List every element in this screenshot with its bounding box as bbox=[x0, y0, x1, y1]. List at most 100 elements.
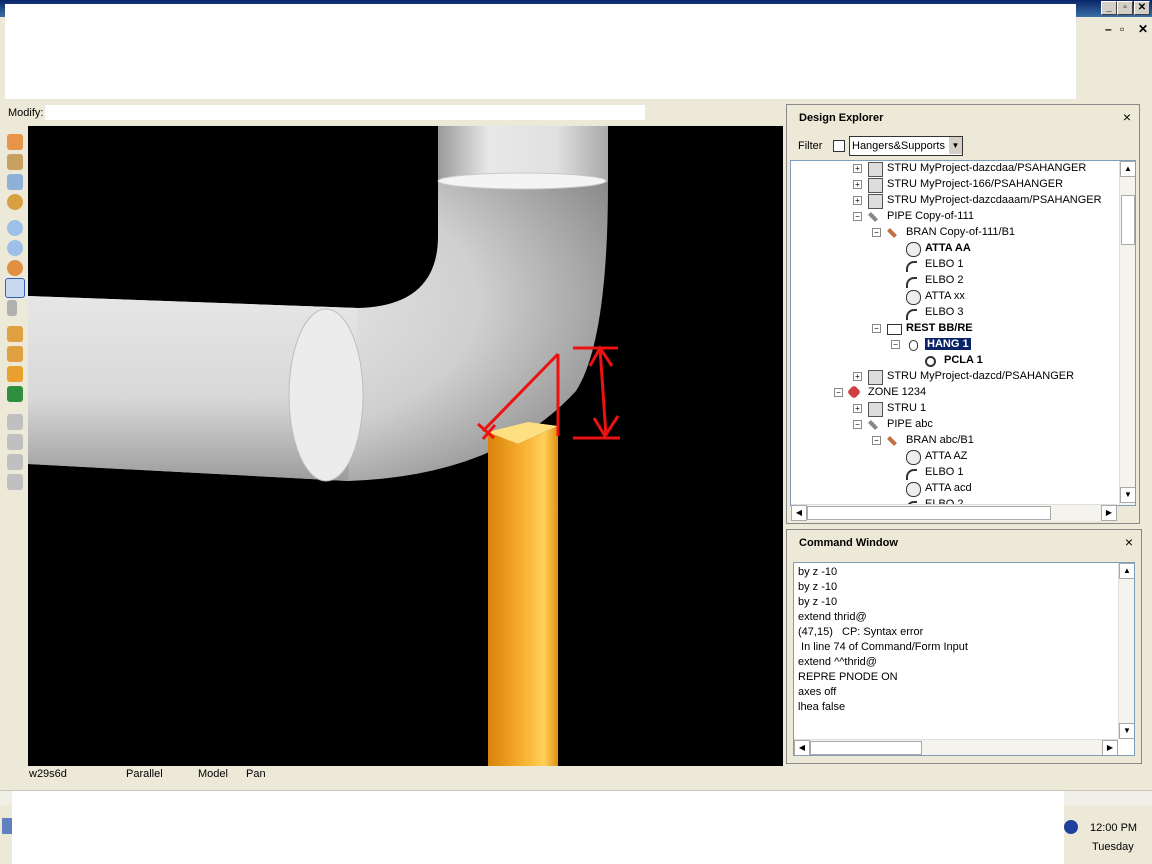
pointer-icon[interactable] bbox=[7, 300, 17, 316]
command-line: REPRE PNODE ON bbox=[798, 671, 898, 683]
tree-item[interactable]: + STRU MyProject-dazcdaa/PSAHANGER bbox=[791, 161, 1121, 177]
start-icon[interactable] bbox=[2, 818, 12, 834]
elbow-icon bbox=[906, 309, 917, 320]
design-explorer-title: Design Explorer bbox=[799, 112, 884, 124]
select-icon[interactable] bbox=[7, 134, 23, 150]
chevron-down-icon[interactable]: ▼ bbox=[949, 137, 962, 154]
clamp-icon bbox=[925, 356, 936, 367]
command-line: In line 74 of Command/Form Input bbox=[798, 641, 968, 653]
scroll-left-icon[interactable]: ◀ bbox=[791, 505, 807, 521]
zoom-in-icon[interactable] bbox=[7, 220, 23, 236]
branch-icon bbox=[887, 228, 897, 238]
status-action: Pan bbox=[246, 768, 266, 780]
tree-item[interactable]: + STRU MyProject-dazcdaaam/PSAHANGER bbox=[791, 193, 1121, 209]
scroll-thumb[interactable] bbox=[810, 741, 922, 755]
mdi-close-icon[interactable]: ✕ bbox=[1138, 22, 1148, 36]
elbow-icon bbox=[906, 277, 917, 288]
tree-item[interactable]: − BRAN Copy-of-111/B1 bbox=[791, 225, 1121, 241]
zoom-out-icon[interactable] bbox=[7, 240, 23, 256]
filter-select[interactable]: Hangers&Supports ▼ bbox=[849, 136, 963, 156]
tree-item[interactable]: − PIPE Copy-of-111 bbox=[791, 209, 1121, 225]
tree-item[interactable]: ELBO 3 bbox=[791, 305, 1121, 321]
command-vertical-scrollbar[interactable]: ▲ ▼ bbox=[1118, 563, 1134, 739]
scroll-thumb[interactable] bbox=[1121, 195, 1135, 245]
tree-item[interactable]: ATTA AZ bbox=[791, 449, 1121, 465]
tree-item[interactable]: ATTA AA bbox=[791, 241, 1121, 257]
tree-item[interactable]: ATTA xx bbox=[791, 289, 1121, 305]
zoom-limits-icon[interactable] bbox=[7, 174, 23, 190]
command-line: extend ^^thrid@ bbox=[798, 656, 877, 668]
scroll-left-icon[interactable]: ◀ bbox=[794, 740, 810, 755]
scroll-right-icon[interactable]: ▶ bbox=[1101, 505, 1117, 521]
command-line: by z -10 bbox=[798, 581, 838, 593]
camera-2-icon[interactable] bbox=[7, 434, 23, 450]
pipe-icon bbox=[868, 212, 878, 222]
close-icon[interactable]: ✕ bbox=[1134, 1, 1150, 15]
mdi-minimize-icon[interactable]: – bbox=[1105, 22, 1112, 36]
restore-icon[interactable]: ▫ bbox=[1117, 1, 1133, 15]
camera-1-icon[interactable] bbox=[7, 414, 23, 430]
tree-item[interactable]: + STRU 1 bbox=[791, 401, 1121, 417]
attachment-icon bbox=[906, 482, 921, 497]
filter-select-value: Hangers&Supports bbox=[852, 140, 945, 152]
rotate-icon[interactable] bbox=[7, 260, 23, 276]
tree-vertical-scrollbar[interactable]: ▲ ▼ bbox=[1119, 161, 1135, 505]
elbow-icon bbox=[906, 469, 917, 480]
network-icon[interactable] bbox=[1064, 820, 1078, 834]
command-line: by z -10 bbox=[798, 596, 838, 608]
modify-field[interactable] bbox=[45, 105, 645, 120]
zoom-window-icon[interactable] bbox=[7, 154, 23, 170]
filter-checkbox[interactable] bbox=[833, 140, 845, 152]
structure-icon bbox=[868, 162, 883, 177]
modify-label: Modify: bbox=[8, 107, 44, 119]
camera-3-icon[interactable] bbox=[7, 454, 23, 470]
tree-item[interactable]: ATTA acd bbox=[791, 481, 1121, 497]
layer-icon[interactable] bbox=[7, 326, 23, 342]
status-projection: Parallel bbox=[126, 768, 163, 780]
scroll-right-icon[interactable]: ▶ bbox=[1102, 740, 1118, 755]
tree-item[interactable]: + STRU MyProject-dazcd/PSAHANGER bbox=[791, 369, 1121, 385]
close-icon[interactable]: × bbox=[1123, 109, 1131, 125]
scroll-up-icon[interactable]: ▲ bbox=[1120, 161, 1135, 177]
refresh-icon[interactable] bbox=[7, 386, 23, 402]
walk-icon[interactable] bbox=[7, 194, 23, 210]
tree-item[interactable]: − ZONE 1234 bbox=[791, 384, 1121, 401]
clock-day: Tuesday bbox=[1092, 841, 1134, 853]
pipe-icon bbox=[868, 420, 878, 430]
menu-toolbar-area bbox=[5, 4, 1076, 99]
command-output[interactable]: by z -10 by z -10 by z -10 extend thrid@… bbox=[793, 562, 1135, 756]
attachment-icon bbox=[906, 450, 921, 465]
structure-icon bbox=[868, 194, 883, 209]
tree-item[interactable]: PCLA 1 bbox=[791, 353, 1121, 369]
layer-settings-icon[interactable] bbox=[7, 346, 23, 362]
scroll-up-icon[interactable]: ▲ bbox=[1119, 563, 1134, 579]
tree-item[interactable]: ELBO 1 bbox=[791, 257, 1121, 273]
command-horizontal-scrollbar[interactable]: ◀ ▶ bbox=[794, 739, 1118, 755]
restraint-icon bbox=[887, 324, 902, 335]
scroll-thumb[interactable] bbox=[807, 506, 1051, 520]
tree-item[interactable]: + STRU MyProject-166/PSAHANGER bbox=[791, 177, 1121, 193]
pan-icon[interactable] bbox=[5, 278, 25, 298]
scroll-down-icon[interactable]: ▼ bbox=[1120, 487, 1135, 503]
command-line: lhea false bbox=[798, 701, 846, 713]
3d-viewport[interactable] bbox=[28, 126, 783, 766]
tree-item[interactable]: ELBO 1 bbox=[791, 465, 1121, 481]
design-tree[interactable]: + STRU MyProject-dazcdaa/PSAHANGER + STR… bbox=[790, 160, 1136, 506]
clip-icon[interactable] bbox=[7, 366, 23, 382]
close-icon[interactable]: × bbox=[1125, 534, 1133, 550]
status-bar: w29s6d Parallel Model Pan bbox=[28, 766, 783, 783]
tree-item[interactable]: − PIPE abc bbox=[791, 417, 1121, 433]
camera-4-icon[interactable] bbox=[7, 474, 23, 490]
system-clock[interactable]: 12:00 PM Tuesday bbox=[1064, 818, 1152, 864]
scroll-down-icon[interactable]: ▼ bbox=[1119, 723, 1134, 739]
tree-horizontal-scrollbar[interactable]: ◀ ▶ bbox=[791, 504, 1117, 521]
tree-item[interactable]: − REST BB/RE bbox=[791, 321, 1121, 337]
structure-icon bbox=[868, 370, 883, 385]
status-object: w29s6d bbox=[29, 768, 67, 780]
mdi-restore-icon[interactable]: ▫ bbox=[1120, 22, 1124, 36]
minimize-icon[interactable]: _ bbox=[1101, 1, 1117, 15]
tree-item[interactable]: − BRAN abc/B1 bbox=[791, 433, 1121, 449]
tree-item-selected[interactable]: − HANG 1 bbox=[791, 337, 1121, 353]
command-line: extend thrid@ bbox=[798, 611, 867, 623]
tree-item[interactable]: ELBO 2 bbox=[791, 273, 1121, 289]
